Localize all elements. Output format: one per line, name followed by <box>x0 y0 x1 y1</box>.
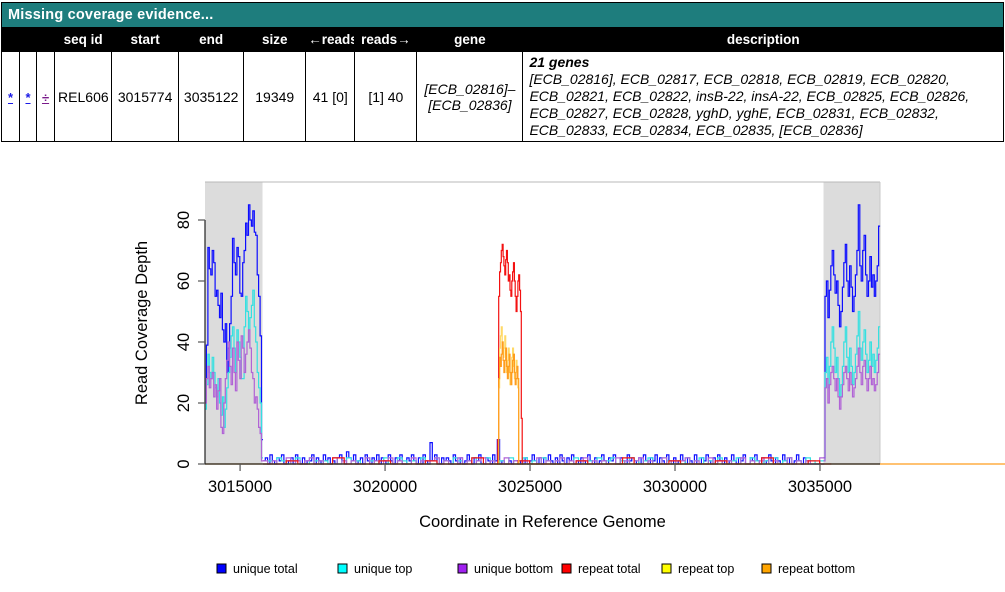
series-line-repeat-top-seg0 <box>498 327 520 464</box>
evidence-link-cell-2: * <box>20 52 37 142</box>
legend-label-unique-top: unique top <box>354 562 412 576</box>
header-description: description <box>523 28 1004 52</box>
end-cell: 3035122 <box>179 52 244 142</box>
y-tick-label: 20 <box>175 394 193 412</box>
evidence-link-cell-1: * <box>2 52 20 142</box>
header-end: end <box>179 28 244 52</box>
legend-swatch-repeat-bottom <box>762 564 771 573</box>
table-row: * * ÷ REL606 3015774 3035122 19349 41 [0… <box>2 52 1004 142</box>
y-tick-label: 40 <box>175 333 193 351</box>
shaded-region-1 <box>824 182 880 464</box>
table-title-row: Missing coverage evidence... <box>2 3 1004 28</box>
evidence-link-1[interactable]: * <box>8 90 13 105</box>
coverage-plot: 3015000 3020000 3025000 3030000 3035000 0 20 40… <box>0 167 1005 587</box>
table-header-row: seq id start end size ←reads reads→ gene… <box>2 28 1004 52</box>
legend-swatch-unique-top <box>338 564 347 573</box>
coverage-plot-section: 3015000 3020000 3025000 3030000 3035000 0 20 40… <box>0 167 1005 587</box>
header-seq-id: seq id <box>55 28 112 52</box>
series-line-unique-total-seg1 <box>263 440 824 464</box>
header-reads-right: reads→ <box>355 28 417 52</box>
x-tick-label: 3035000 <box>788 478 852 496</box>
description-cell: 21 genes [ECB_02816], ECB_02817, ECB_028… <box>523 52 1004 142</box>
evidence-link-2[interactable]: * <box>25 90 30 105</box>
size-cell: 19349 <box>244 52 306 142</box>
legend-swatch-repeat-top <box>662 564 671 573</box>
seq-id-cell: REL606 <box>55 52 112 142</box>
description-gene-list: [ECB_02816], ECB_02817, ECB_02818, ECB_0… <box>529 71 997 139</box>
header-reads-left: ←reads <box>306 28 355 52</box>
y-tick-label: 80 <box>175 211 193 229</box>
x-tick-label: 3025000 <box>498 478 562 496</box>
header-size: size <box>244 28 306 52</box>
legend-swatch-unique-bottom <box>458 564 467 573</box>
y-tick-label: 60 <box>175 272 193 290</box>
breseq-report-page: { "table": { "title": "Missing coverage … <box>0 2 1005 587</box>
missing-coverage-table: Missing coverage evidence... seq id star… <box>1 2 1004 142</box>
legend-label-repeat-total: repeat total <box>578 562 641 576</box>
reads-left-cell: 41 [0] <box>306 52 355 142</box>
legend-label-repeat-bottom: repeat bottom <box>778 562 855 576</box>
y-tick-label: 0 <box>175 459 193 468</box>
reads-right-cell: [1] 40 <box>355 52 417 142</box>
legend-label-unique-total: unique total <box>233 562 298 576</box>
evidence-link-cell-3: ÷ <box>37 52 55 142</box>
x-axis-title: Coordinate in Reference Genome <box>419 513 666 531</box>
table-title: Missing coverage evidence... <box>2 3 1004 28</box>
evidence-link-3[interactable]: ÷ <box>42 90 49 105</box>
x-tick-label: 3020000 <box>353 478 417 496</box>
legend-swatch-repeat-total <box>562 564 571 573</box>
start-cell: 3015774 <box>112 52 179 142</box>
x-tick-label: 3015000 <box>208 478 272 496</box>
legend-label-unique-bottom: unique bottom <box>474 562 553 576</box>
legend-label-repeat-top: repeat top <box>678 562 734 576</box>
legend-swatch-unique-total <box>217 564 226 573</box>
x-tick-label: 3030000 <box>643 478 707 496</box>
y-axis-title: Read Coverage Depth <box>133 241 151 405</box>
header-start: start <box>112 28 179 52</box>
gene-cell: [ECB_02816]–[ECB_02836] <box>417 52 523 142</box>
description-gene-count: 21 genes <box>529 54 997 71</box>
header-gene: gene <box>417 28 523 52</box>
header-links-spacer <box>2 28 55 52</box>
